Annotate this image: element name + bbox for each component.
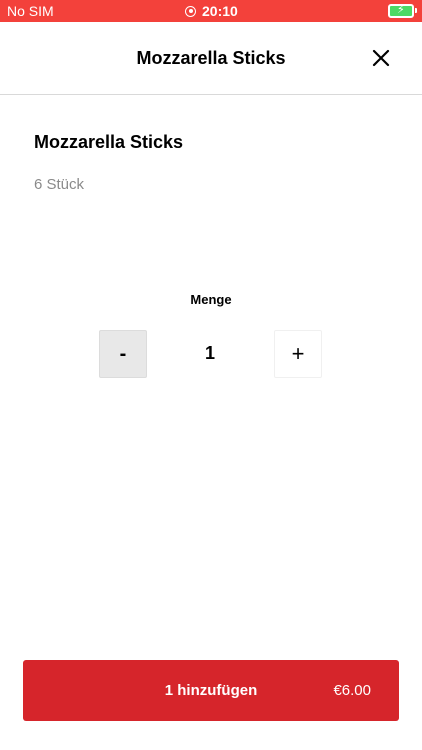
- decrease-quantity-button[interactable]: -: [99, 330, 147, 378]
- carrier-label: No SIM: [7, 3, 54, 19]
- add-to-cart-button[interactable]: 1 hinzufügen €6.00: [23, 660, 399, 721]
- increase-quantity-button[interactable]: +: [274, 330, 322, 378]
- page-title: Mozzarella Sticks: [136, 48, 286, 68]
- add-to-cart-price: €6.00: [333, 682, 371, 699]
- status-bar: No SIM 20:10 ⚡: [0, 0, 422, 22]
- close-icon: [372, 49, 390, 67]
- item-description: 6 Stück: [34, 176, 85, 193]
- quantity-label: Menge: [190, 292, 232, 307]
- quantity-value: 1: [204, 343, 215, 363]
- status-center: 20:10: [185, 3, 238, 19]
- status-time: 20:10: [202, 3, 238, 19]
- screen-recording-icon: [185, 5, 196, 17]
- close-button[interactable]: [370, 47, 392, 69]
- battery-charging-icon: ⚡: [388, 4, 417, 18]
- item-name: Mozzarella Sticks: [34, 132, 184, 152]
- screen: No SIM 20:10 ⚡ Mozzarella Sticks Mozzare…: [0, 0, 422, 750]
- header: Mozzarella Sticks: [0, 22, 422, 95]
